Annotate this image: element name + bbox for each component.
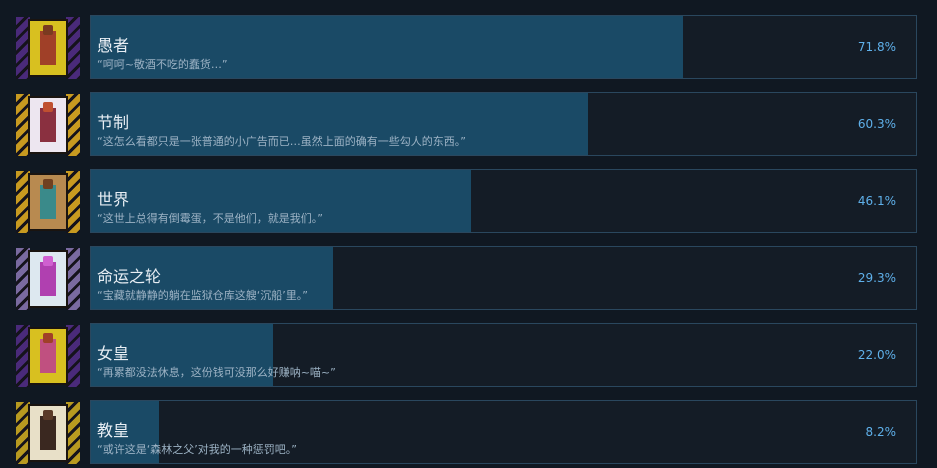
card-border — [66, 325, 80, 387]
card-face — [28, 96, 68, 154]
achievement-description: “这世上总得有倒霉蛋，不是他们，就是我们。” — [97, 212, 323, 225]
achievement-description: “宝藏就静静的躺在监狱仓库这艘‘沉船’里。” — [97, 289, 308, 302]
card-figure — [40, 185, 56, 219]
card-border — [66, 248, 80, 310]
hierophant-card-icon — [16, 402, 80, 464]
card-figure-head — [43, 333, 53, 343]
achievement-title: 愚者 — [97, 36, 130, 55]
achievement-panel: 愚者 “呵呵~敬酒不吃的蠢货…” 71.8% — [90, 15, 917, 79]
card-face — [28, 327, 68, 385]
achievement-row[interactable]: 愚者 “呵呵~敬酒不吃的蠢货…” 71.8% — [0, 15, 937, 81]
unlock-percentage: 22.0% — [857, 348, 896, 362]
card-border — [66, 17, 80, 79]
card-figure — [40, 262, 56, 296]
achievement-panel: 命运之轮 “宝藏就静静的躺在监狱仓库这艘‘沉船’里。” 29.3% — [90, 246, 917, 310]
unlock-percentage: 71.8% — [857, 40, 896, 54]
card-figure — [40, 339, 56, 373]
unlock-percentage: 29.3% — [857, 271, 896, 285]
unlock-percentage: 8.2% — [865, 425, 897, 439]
card-figure-head — [43, 410, 53, 420]
card-face — [28, 404, 68, 462]
world-card-icon — [16, 171, 80, 233]
unlock-percentage: 60.3% — [857, 117, 896, 131]
achievement-title: 教皇 — [97, 421, 130, 440]
achievement-title: 女皇 — [97, 344, 130, 363]
achievement-list: 愚者 “呵呵~敬酒不吃的蠢货…” 71.8% 节制 “这怎么看都只是一张普通的小广告而已… — [0, 0, 937, 468]
card-figure — [40, 108, 56, 142]
achievement-title: 命运之轮 — [97, 267, 162, 286]
achievement-row[interactable]: 教皇 “或许这是‘森林之父’对我的一种惩罚吧。” 8.2% — [0, 400, 937, 466]
achievement-panel: 女皇 “再累都没法休息，这份钱可没那么好赚呐~喵~” 22.0% — [90, 323, 917, 387]
achievement-row[interactable]: 命运之轮 “宝藏就静静的躺在监狱仓库这艘‘沉船’里。” 29.3% — [0, 246, 937, 312]
achievement-description: “再累都没法休息，这份钱可没那么好赚呐~喵~” — [97, 366, 336, 379]
achievement-row[interactable]: 节制 “这怎么看都只是一张普通的小广告而已…虽然上面的确有一些勾人的东西。” 60.… — [0, 92, 937, 158]
card-face — [28, 173, 68, 231]
card-figure-head — [43, 102, 53, 112]
achievement-description: “或许这是‘森林之父’对我的一种惩罚吧。” — [97, 443, 297, 456]
temperance-card-icon — [16, 94, 80, 156]
card-border — [66, 171, 80, 233]
achievement-title: 世界 — [97, 190, 130, 209]
card-border — [66, 94, 80, 156]
achievement-row[interactable]: 女皇 “再累都没法休息，这份钱可没那么好赚呐~喵~” 22.0% — [0, 323, 937, 389]
achievement-description: “呵呵~敬酒不吃的蠢货…” — [97, 58, 228, 71]
card-figure-head — [43, 256, 53, 266]
card-figure-head — [43, 179, 53, 189]
fool-card-icon — [16, 17, 80, 79]
achievement-panel: 世界 “这世上总得有倒霉蛋，不是他们，就是我们。” 46.1% — [90, 169, 917, 233]
empress-card-icon — [16, 325, 80, 387]
card-figure-head — [43, 25, 53, 35]
achievement-row[interactable]: 世界 “这世上总得有倒霉蛋，不是他们，就是我们。” 46.1% — [0, 169, 937, 235]
card-border — [66, 402, 80, 464]
achievement-panel: 教皇 “或许这是‘森林之父’对我的一种惩罚吧。” 8.2% — [90, 400, 917, 464]
card-face — [28, 250, 68, 308]
achievement-title: 节制 — [97, 113, 130, 132]
unlock-percentage: 46.1% — [857, 194, 896, 208]
card-figure — [40, 31, 56, 65]
card-face — [28, 19, 68, 77]
achievement-panel: 节制 “这怎么看都只是一张普通的小广告而已…虽然上面的确有一些勾人的东西。” 60.… — [90, 92, 917, 156]
wheel-of-fortune-card-icon — [16, 248, 80, 310]
card-figure — [40, 416, 56, 450]
achievement-description: “这怎么看都只是一张普通的小广告而已…虽然上面的确有一些勾人的东西。” — [97, 135, 466, 148]
